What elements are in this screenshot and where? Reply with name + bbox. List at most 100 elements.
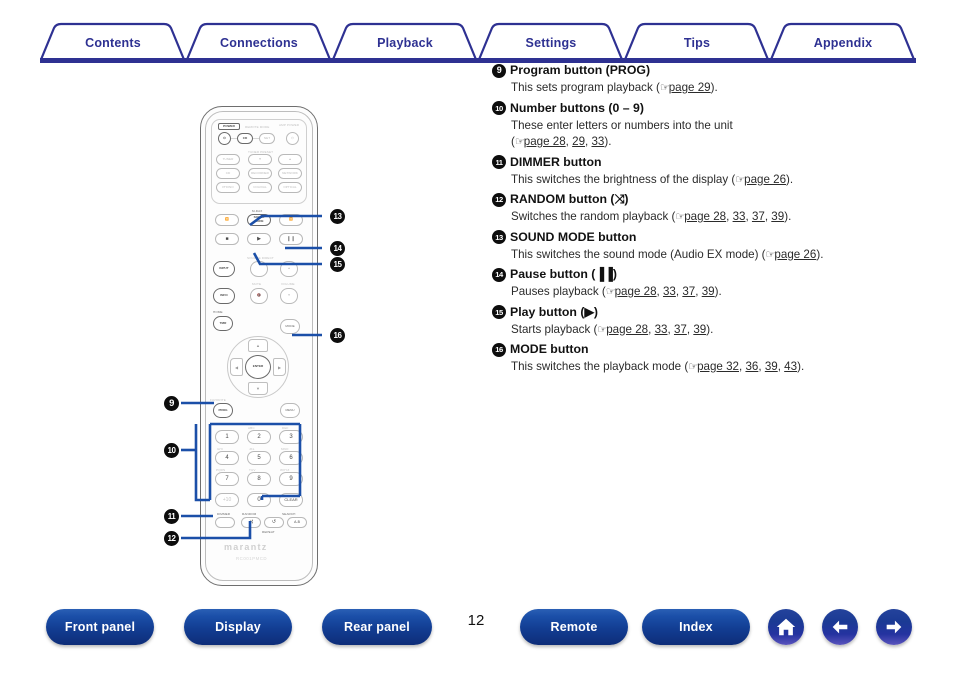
remote-control-illustration: POWER REMOTE MODE AMP POWER ⏻ CD NET ⏻ T… xyxy=(200,106,318,586)
remote-random-button[interactable]: ⤨ xyxy=(241,517,261,528)
remote-sound-mode-button[interactable]: SOUND MODE xyxy=(247,214,271,226)
remote-key-7[interactable]: 7 xyxy=(215,472,239,486)
next-arrow-icon[interactable] xyxy=(876,609,912,645)
remote-brand-logo: marantz xyxy=(224,542,268,552)
remote-key-clear[interactable]: CLEAR xyxy=(279,493,303,507)
nav-display-button[interactable]: Display xyxy=(184,609,292,645)
remote-play-button[interactable]: ▶ xyxy=(247,233,271,245)
item-title-row: 14 Pause button (▐▐) xyxy=(492,266,922,283)
page-link[interactable]: 33 xyxy=(733,210,746,223)
page-link[interactable]: 37 xyxy=(682,285,695,298)
page-link-icon: ☞ xyxy=(688,360,698,373)
item-number: 10 xyxy=(492,101,506,115)
page-link[interactable]: page 26 xyxy=(774,248,816,261)
back-arrow-glyph xyxy=(832,620,848,634)
callout-10: 10 xyxy=(164,443,179,458)
item-number: 16 xyxy=(492,342,506,357)
remote-amp-power-button: ⏻ xyxy=(286,132,299,145)
remote-key-4[interactable]: 4 xyxy=(215,451,239,465)
tab-playback[interactable]: Playback xyxy=(332,36,478,50)
remote-mute-label: MUTE xyxy=(252,282,262,286)
back-arrow-icon[interactable] xyxy=(822,609,858,645)
page-link-icon: ☞ xyxy=(605,285,616,298)
tab-appendix[interactable]: Appendix xyxy=(770,36,916,50)
item-title-row: 12 RANDOM button (⤨) xyxy=(492,191,922,208)
remote-key-plus10[interactable]: +10 xyxy=(215,493,239,507)
page-link[interactable]: 33 xyxy=(663,285,676,298)
remote-source-direct-button xyxy=(250,261,268,277)
page-link[interactable]: 43 xyxy=(784,360,797,373)
page-link[interactable]: 33 xyxy=(655,323,668,336)
tab-contents[interactable]: Contents xyxy=(40,36,186,50)
page-link[interactable]: page 28 xyxy=(615,285,657,298)
remote-dimmer-label: DIMMER xyxy=(217,512,231,516)
page-link[interactable]: 33 xyxy=(591,135,604,148)
page-link[interactable]: 39 xyxy=(693,323,706,336)
page-link[interactable]: 39 xyxy=(765,360,778,373)
item-description: Switches the random playback (☞page 28, … xyxy=(511,210,792,223)
callout-9: 9 xyxy=(164,396,179,411)
remote-key-5[interactable]: 5 xyxy=(247,451,271,465)
callout-14: 14 xyxy=(330,241,345,256)
nav-rear-panel-button[interactable]: Rear panel xyxy=(322,609,432,645)
remote-favorite-label: FAVORITE xyxy=(210,398,226,402)
remote-pause-button[interactable]: ❙❙ xyxy=(279,233,303,245)
list-item: 12 RANDOM button (⤨) Switches the random… xyxy=(492,191,922,226)
list-item: 16 MODE button This switches the playbac… xyxy=(492,341,922,376)
callout-13: 13 xyxy=(330,209,345,224)
item-title: MODE button xyxy=(510,342,589,356)
page-link-icon: ☞ xyxy=(597,322,607,336)
item-description: Pauses playback (☞page 28, 33, 37, 39). xyxy=(511,285,722,298)
page-link[interactable]: page 28 xyxy=(606,323,648,336)
remote-key-8[interactable]: 8 xyxy=(247,472,271,486)
remote-recorder-source-button: RECORDER xyxy=(248,168,272,179)
page-link[interactable]: 36 xyxy=(745,360,758,373)
page-link[interactable]: 39 xyxy=(702,285,715,298)
item-number: 15 xyxy=(492,305,506,319)
page-link[interactable]: 29 xyxy=(572,135,585,148)
item-title-row: 10 Number buttons (0 – 9) xyxy=(492,100,922,117)
remote-key-9[interactable]: 9 xyxy=(279,472,303,486)
page-link[interactable]: 39 xyxy=(771,210,784,223)
remote-key-2[interactable]: 2 xyxy=(247,430,271,444)
nav-front-panel-button[interactable]: Front panel xyxy=(46,609,154,645)
item-title: DIMMER button xyxy=(510,154,602,169)
desc-line-1: These enter letters or numbers into the … xyxy=(511,118,733,132)
page-link[interactable]: page 29 xyxy=(669,81,711,94)
page-link[interactable]: 37 xyxy=(674,323,687,336)
page-link[interactable]: 37 xyxy=(752,210,765,223)
remote-cursor-right-button: ▶ xyxy=(273,358,286,376)
remote-net-mode-button: NET xyxy=(259,133,275,144)
remote-key-3[interactable]: 3 xyxy=(279,430,303,444)
page-link-icon: ☞ xyxy=(735,172,745,186)
remote-input-button: INPUT xyxy=(213,261,235,277)
nav-remote-button[interactable]: Remote xyxy=(520,609,628,645)
remote-key-0[interactable]: 0 xyxy=(247,493,271,507)
list-item: 10 Number buttons (0 – 9) These enter le… xyxy=(492,100,922,151)
remote-cursor-left-button: ◀ xyxy=(230,358,243,376)
home-icon[interactable] xyxy=(768,609,804,645)
tab-tips[interactable]: Tips xyxy=(624,36,770,50)
page-link[interactable]: page 28 xyxy=(524,135,566,148)
callout-12: 12 xyxy=(164,531,179,546)
remote-key-6[interactable]: 6 xyxy=(279,451,303,465)
page-link[interactable]: page 32 xyxy=(697,360,739,373)
remote-mode-button[interactable]: MODE xyxy=(280,319,300,334)
tab-settings[interactable]: Settings xyxy=(478,36,624,50)
item-title-row: 15 Play button (▶) xyxy=(492,304,922,321)
remote-power-button: ⏻ xyxy=(218,132,231,145)
next-arrow-glyph xyxy=(886,620,902,634)
nav-index-button[interactable]: Index xyxy=(642,609,750,645)
remote-dimmer-button[interactable] xyxy=(215,517,235,528)
remote-prog-button[interactable]: PROG xyxy=(213,403,233,418)
remote-cursor-down-button: ▼ xyxy=(248,382,268,395)
remote-network-source-button: NETWORK xyxy=(278,168,302,179)
page-link[interactable]: page 28 xyxy=(684,210,726,223)
page-link[interactable]: page 26 xyxy=(744,173,786,186)
item-title: RANDOM button (⤨) xyxy=(510,192,629,206)
remote-preset-up-button: ▲ xyxy=(278,154,302,165)
item-number: 12 xyxy=(492,192,506,207)
remote-key-1[interactable]: 1 xyxy=(215,430,239,444)
tab-connections[interactable]: Connections xyxy=(186,36,332,50)
remote-remote-mode-label: REMOTE MODE xyxy=(245,125,270,129)
